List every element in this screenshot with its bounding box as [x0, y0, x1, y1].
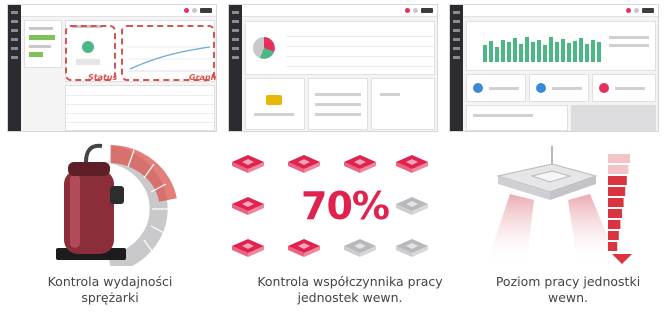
history-bar [591, 39, 595, 62]
cassette-unit-off-icon [344, 239, 376, 257]
blank-area [571, 105, 656, 131]
cassette-unit-on-icon [288, 239, 320, 257]
pie-chart-icon [253, 37, 275, 59]
history-bars [483, 34, 603, 62]
bar-chart-panel [466, 21, 656, 71]
level-bar [608, 209, 622, 218]
screen-sidebar [229, 5, 242, 131]
unit-card-3 [371, 78, 435, 130]
cassette-unit-on-icon [232, 197, 264, 215]
screen-sidebar [450, 5, 463, 131]
cassette-unit-on-icon [396, 155, 428, 173]
history-bar [507, 42, 511, 62]
cassette-unit-on-icon [288, 155, 320, 173]
history-bar [567, 42, 571, 62]
history-bar [573, 40, 577, 62]
screen-topbar [463, 5, 658, 17]
feature-caption-ratio: Kontrola współczynnika pracy jednostek w… [257, 274, 443, 305]
history-bar [561, 39, 565, 62]
history-bar [489, 41, 493, 62]
level-bar [608, 198, 624, 207]
history-bar [531, 41, 535, 62]
screenshot-unit-status [228, 4, 438, 132]
cassette-unit-on-icon [232, 239, 264, 257]
cassette-airflow-icon [486, 146, 632, 266]
indoor-card-3 [592, 74, 656, 102]
cassette-unit-off-icon [396, 197, 428, 215]
feature-overview: Status Graph Kontrola wydajności sprężar… [0, 0, 665, 314]
history-bar [483, 45, 487, 62]
history-bar [519, 43, 523, 62]
level-bar [608, 220, 621, 229]
history-bar [549, 37, 553, 62]
feature-caption-level: Poziom pracy jednostki wewn. [495, 274, 641, 305]
unit-card-2 [308, 78, 368, 130]
screen-sidebar [8, 5, 21, 131]
screenshot-status-graph: Status Graph [7, 4, 217, 132]
screen-topbar [21, 5, 216, 17]
indoor-card-1 [466, 74, 526, 102]
level-bar [608, 242, 618, 251]
indoor-card-2 [529, 74, 589, 102]
history-bar [597, 42, 601, 62]
history-bar [579, 38, 583, 62]
screen-topbar [242, 5, 437, 17]
level-bar [608, 165, 629, 174]
level-bar [608, 231, 619, 240]
history-bar [543, 44, 547, 62]
history-bar [495, 46, 499, 62]
screenshot-operation-history [449, 4, 659, 132]
history-bar [513, 38, 517, 62]
data-table [65, 85, 215, 131]
history-bar [537, 40, 541, 62]
left-tree-panel [24, 20, 62, 68]
cassette-unit-off-icon [396, 239, 428, 257]
summary-panel [245, 21, 435, 75]
feature-caption-compressor: Kontrola wydajności sprężarki [47, 274, 173, 305]
cassette-unit-on-icon [344, 155, 376, 173]
history-bar [555, 42, 559, 62]
level-bar [608, 187, 626, 196]
history-bar [525, 36, 529, 62]
history-bar [501, 39, 505, 62]
unit-card-1 [245, 78, 305, 130]
status-annotation: Status [88, 73, 118, 82]
compressor-gauge-icon [56, 143, 177, 266]
graph-annotation: Graph [189, 73, 217, 82]
ratio-percent: 70% [301, 184, 390, 228]
level-bar [608, 154, 630, 163]
detail-panel [466, 105, 568, 131]
history-bar [585, 43, 589, 62]
level-bar [608, 176, 627, 185]
cassette-unit-on-icon [232, 155, 264, 173]
